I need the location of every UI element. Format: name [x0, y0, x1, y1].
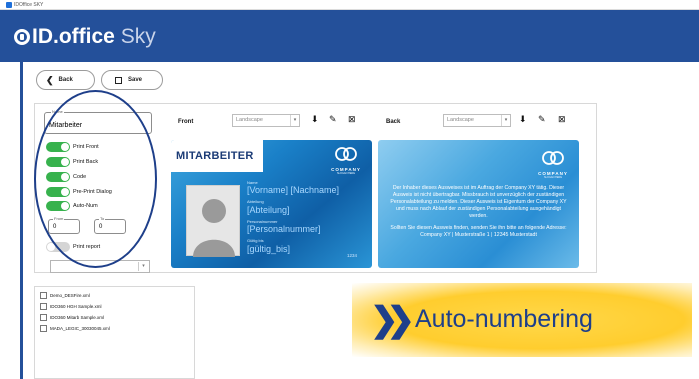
arrow-left-icon: ❮	[46, 75, 54, 85]
file-name: Demo_DESFire.xml	[50, 293, 90, 298]
file-name: IDO360 HGH Sample.xml	[50, 304, 102, 309]
card-back-paragraph-1: Der Inhaber dieses Ausweises ist im Auft…	[390, 185, 567, 219]
field-value-valid-until: [gültig_bis]	[247, 244, 291, 254]
delete-icon[interactable]: ⊠	[558, 112, 566, 126]
side-accent-strip	[20, 62, 23, 379]
chevron-down-icon: ▾	[138, 262, 148, 271]
edit-icon[interactable]: ✎	[538, 112, 546, 126]
file-item[interactable]: IDO360 HGH Sample.xml	[40, 303, 102, 311]
back-button[interactable]: ❮ Back	[36, 70, 95, 90]
checkbox[interactable]	[40, 292, 47, 300]
chevron-down-icon: ▾	[501, 115, 510, 126]
back-face-label: Back	[386, 119, 401, 125]
front-orientation-value: Landscape	[236, 117, 263, 123]
edit-icon[interactable]: ✎	[329, 112, 337, 126]
company-slogan: SLOGAN HERE	[336, 172, 356, 175]
field-value-department: [Abteilung]	[247, 205, 290, 215]
card-back-paragraph-2: Sollten Sie diesen Ausweis finden, sende…	[390, 225, 567, 231]
banner-text: Auto-numbering	[415, 305, 593, 333]
field-value-personnel-number: [Personalnummer]	[247, 224, 321, 234]
logo-text: ID.office	[32, 25, 115, 48]
download-icon[interactable]: ⬇	[311, 112, 319, 126]
company-logo-icon	[542, 151, 564, 165]
logo-icon	[14, 29, 30, 45]
save-button[interactable]: Save	[101, 70, 163, 90]
front-orientation-select[interactable]: Landscape ▾	[232, 114, 300, 127]
company-logo: COMPANY SLOGAN HERE	[533, 150, 573, 179]
card-number: 1234	[347, 253, 358, 258]
checkbox[interactable]	[40, 314, 47, 322]
field-label-valid-until: Gültig bis	[247, 238, 264, 243]
app-icon	[6, 1, 12, 8]
save-icon	[115, 76, 122, 84]
card-front-title-box: MITARBEITER	[171, 140, 263, 172]
file-item[interactable]: IDO360 Mitarb Sample.xml	[40, 314, 104, 322]
company-slogan: SLOGAN HERE	[543, 176, 563, 179]
logo-sky-text: Sky	[120, 25, 156, 48]
checkbox[interactable]	[40, 325, 47, 333]
file-name: MADA_LEGIC_30030045.xml	[50, 326, 110, 331]
checkbox[interactable]	[40, 303, 47, 311]
highlight-circle	[34, 90, 157, 268]
double-chevron-icon: ❯❯	[370, 301, 415, 339]
photo-placeholder	[186, 185, 240, 257]
save-label: Save	[128, 77, 143, 83]
back-orientation-value: Landscape	[447, 117, 474, 123]
field-value-name: [Vorname] [Nachname]	[247, 185, 340, 195]
company-logo-icon	[335, 147, 357, 161]
card-front-preview[interactable]: MITARBEITER COMPANY SLOGAN HERE Name [Vo…	[171, 140, 372, 268]
delete-icon[interactable]: ⊠	[348, 112, 356, 126]
file-item[interactable]: Demo_DESFire.xml	[40, 292, 90, 300]
back-orientation-select[interactable]: Landscape ▾	[443, 114, 511, 127]
chevron-down-icon: ▾	[290, 115, 299, 126]
card-front-title: MITARBEITER	[176, 150, 254, 162]
app-logo: ID.office Sky	[14, 20, 156, 54]
window-titlebar: IDOffice SKY	[0, 0, 699, 10]
back-label: Back	[58, 77, 73, 83]
company-logo: COMPANY SLOGAN HERE	[326, 146, 366, 175]
card-back-address: Company XY | Musterstraße 1 | 12345 Must…	[420, 232, 537, 238]
card-back-preview[interactable]: COMPANY SLOGAN HERE Der Inhaber dieses A…	[378, 140, 579, 268]
file-name: IDO360 Mitarb Sample.xml	[50, 315, 105, 320]
card-back-text: Der Inhaber dieses Ausweises ist im Auft…	[388, 185, 569, 239]
field-label-department: Abteilung	[247, 199, 264, 204]
front-label: Front	[178, 119, 194, 125]
download-icon[interactable]: ⬇	[519, 112, 527, 126]
window-title: IDOffice SKY	[14, 2, 44, 8]
person-icon	[193, 199, 235, 257]
file-item[interactable]: MADA_LEGIC_30030045.xml	[40, 325, 110, 333]
